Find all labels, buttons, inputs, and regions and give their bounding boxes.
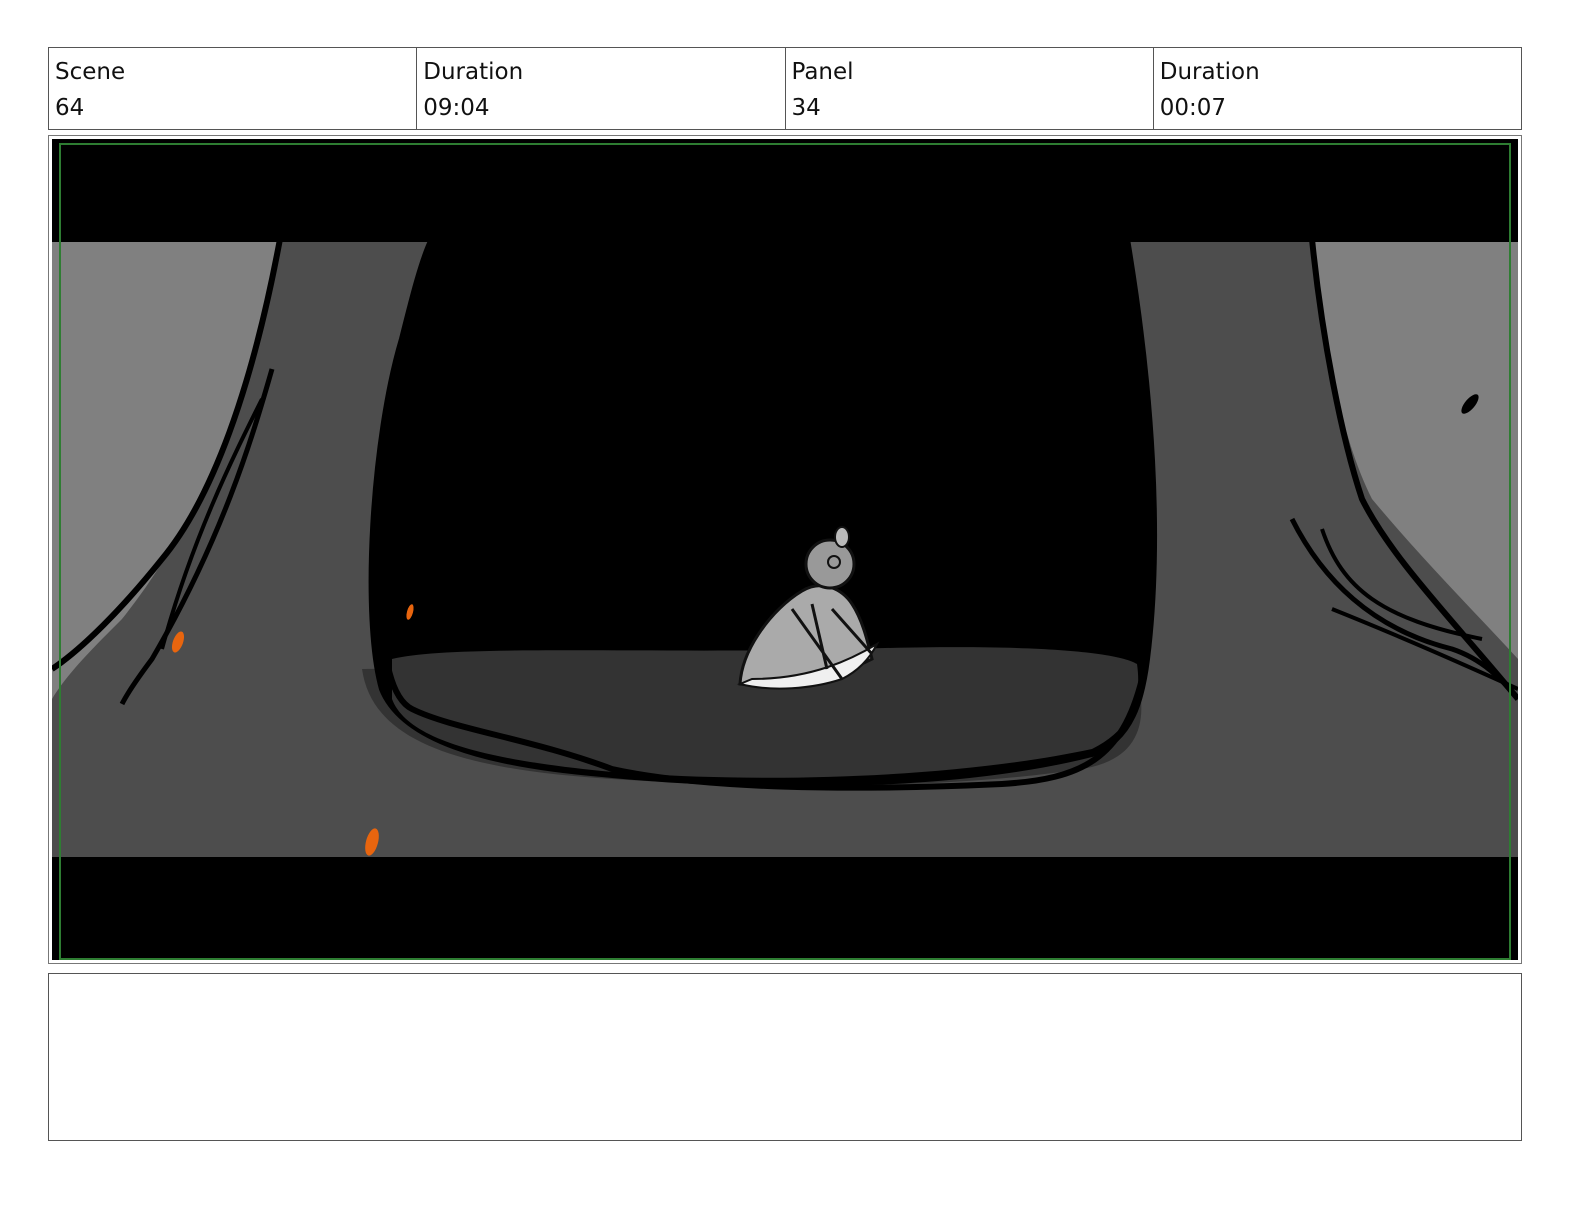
scene-number[interactable]: 64 bbox=[55, 90, 416, 126]
letterbox-bottom bbox=[52, 857, 1518, 960]
panel-drawing bbox=[52, 139, 1518, 960]
storyboard-header: Scene 64 Duration 09:04 Panel 34 Duratio… bbox=[48, 47, 1522, 130]
scene-cell: Scene 64 bbox=[49, 48, 418, 129]
letterbox-top bbox=[52, 139, 1518, 242]
panel-duration-cell: Duration 00:07 bbox=[1154, 48, 1521, 129]
scene-duration-cell: Duration 09:04 bbox=[417, 48, 786, 129]
panel-number[interactable]: 34 bbox=[792, 90, 1153, 126]
panel-cell: Panel 34 bbox=[786, 48, 1154, 129]
scene-duration-label: Duration bbox=[423, 59, 524, 85]
scene-duration-value[interactable]: 09:04 bbox=[423, 90, 784, 126]
panel-duration-label: Duration bbox=[1159, 59, 1260, 85]
panel-image-frame[interactable] bbox=[48, 135, 1522, 964]
scene-label: Scene bbox=[55, 59, 126, 85]
action-notes-box[interactable] bbox=[48, 973, 1522, 1141]
panel-label: Panel bbox=[791, 59, 854, 85]
panel-duration-value[interactable]: 00:07 bbox=[1160, 90, 1521, 126]
